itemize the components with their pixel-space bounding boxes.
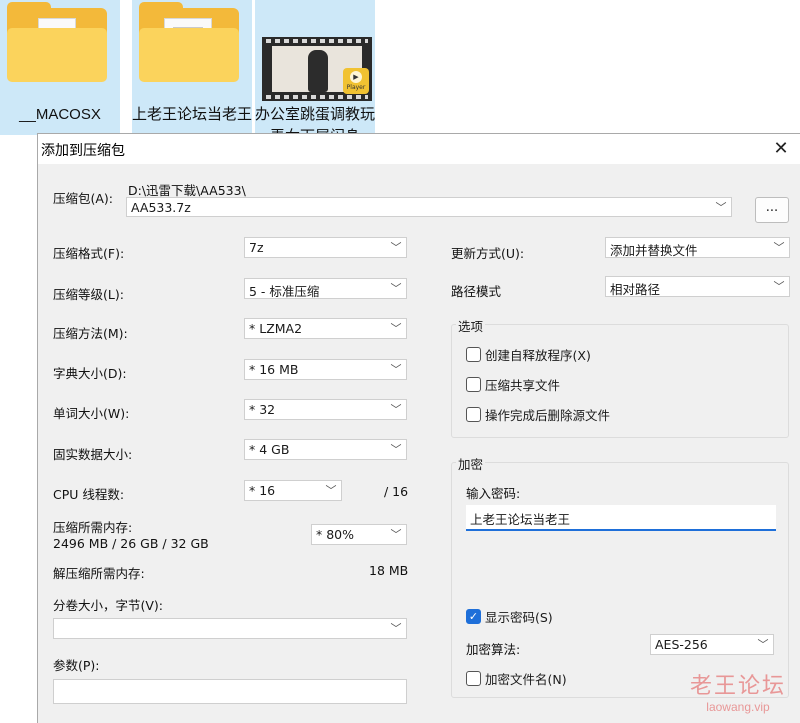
memory-label: 压缩所需内存: (53, 520, 133, 535)
show-password-checkbox[interactable]: ✓ 显示密码(S) (466, 607, 553, 626)
encryption-title: 加密 (456, 454, 486, 473)
update-mode-label: 更新方式(U): (451, 246, 525, 261)
file-name: 办公室跳蛋调教玩弄女下属闷身 (255, 106, 375, 135)
password-input[interactable]: 上老王论坛当老王 (466, 505, 776, 531)
threads-total: / 16 (384, 484, 409, 499)
solid-select[interactable]: * 4 GB ﹀ (244, 439, 407, 460)
chevron-down-icon[interactable]: ﹀ (389, 526, 403, 544)
archive-label: 压缩包(A): (53, 191, 114, 206)
file-item-folder[interactable]: 上老王论坛当老王 (132, 0, 252, 135)
player-icon: ▶ Player (343, 68, 369, 94)
chevron-down-icon[interactable]: ﹀ (389, 361, 403, 379)
method-label: 压缩方法(M): (53, 326, 128, 341)
solid-label: 固实数据大小: (53, 447, 133, 462)
memory-percent-select[interactable]: * 80% ﹀ (311, 524, 407, 545)
dialog-titlebar: 添加到压缩包 ✕ (38, 134, 800, 164)
level-select[interactable]: 5 - 标准压缩 ﹀ (244, 278, 407, 299)
options-title: 选项 (456, 316, 486, 335)
create-sfx-checkbox[interactable]: 创建自释放程序(X) (466, 345, 591, 364)
close-icon: ✕ (773, 138, 789, 159)
file-item-video[interactable]: ▶Player 办公室跳蛋调教玩弄女下属闷身 (255, 0, 375, 135)
params-label: 参数(P): (53, 658, 100, 673)
word-label: 单词大小(W): (53, 406, 130, 421)
file-explorer: __MACOSX 上老王论坛当老王 ▶Player 办公室跳蛋调教玩弄女下属闷身 (0, 0, 800, 135)
decompress-memory-label: 解压缩所需内存: (53, 566, 145, 581)
chevron-down-icon[interactable]: ﹀ (389, 401, 403, 419)
path-mode-select[interactable]: 相对路径 ﹀ (605, 276, 790, 297)
watermark-logo: 老王论坛 laowang.vip (689, 674, 786, 714)
format-label: 压缩格式(F): (53, 246, 125, 261)
chevron-down-icon[interactable]: ﹀ (389, 620, 403, 638)
file-name: 上老王论坛当老王 (132, 106, 252, 123)
archive-name-combo[interactable]: AA533.7z ﹀ (126, 197, 732, 217)
update-mode-select[interactable]: 添加并替换文件 ﹀ (605, 237, 790, 258)
browse-button[interactable]: ... (755, 197, 789, 223)
dialog-title: 添加到压缩包 (41, 143, 125, 159)
params-input[interactable] (53, 679, 407, 704)
split-label: 分卷大小，字节(V): (53, 598, 164, 613)
checkmark-icon[interactable]: ✓ (466, 609, 481, 624)
format-select[interactable]: 7z ﹀ (244, 237, 407, 258)
close-button[interactable]: ✕ (768, 137, 794, 161)
chevron-down-icon[interactable]: ﹀ (324, 482, 338, 500)
method-select[interactable]: * LZMA2 ﹀ (244, 318, 407, 339)
compress-shared-checkbox[interactable]: 压缩共享文件 (466, 375, 560, 394)
dict-label: 字典大小(D): (53, 366, 127, 381)
decompress-memory-value: 18 MB (369, 563, 409, 578)
encrypt-filenames-checkbox[interactable]: 加密文件名(N) (466, 669, 567, 688)
add-to-archive-dialog: 添加到压缩包 ✕ 压缩包(A): D:\迅雷下载\AA533\ AA533.7z… (37, 133, 800, 723)
chevron-down-icon[interactable]: ﹀ (772, 239, 786, 257)
chevron-down-icon[interactable]: ﹀ (756, 636, 770, 654)
chevron-down-icon[interactable]: ﹀ (389, 280, 403, 298)
password-label: 输入密码: (466, 486, 521, 501)
level-label: 压缩等级(L): (53, 287, 124, 302)
delete-after-checkbox[interactable]: 操作完成后删除源文件 (466, 405, 610, 424)
encryption-method-select[interactable]: AES-256 ﹀ (650, 634, 774, 655)
chevron-down-icon[interactable]: ﹀ (389, 239, 403, 257)
options-group: 选项 创建自释放程序(X) 压缩共享文件 操作完成后删除源文件 (451, 316, 789, 438)
archive-name-value: AA533.7z (131, 200, 191, 215)
path-mode-label: 路径模式 (451, 284, 502, 299)
threads-select[interactable]: * 16 ﹀ (244, 480, 342, 501)
file-name: __MACOSX (19, 106, 101, 123)
memory-value: 2496 MB / 26 GB / 32 GB (53, 536, 209, 551)
threads-label: CPU 线程数: (53, 487, 125, 502)
chevron-down-icon[interactable]: ﹀ (389, 441, 403, 459)
chevron-down-icon[interactable]: ﹀ (772, 278, 786, 296)
chevron-down-icon[interactable]: ﹀ (389, 320, 403, 338)
file-item-macosx[interactable]: __MACOSX (0, 0, 120, 135)
dict-select[interactable]: * 16 MB ﹀ (244, 359, 407, 380)
split-size-combo[interactable]: ﹀ (53, 618, 407, 639)
chevron-down-icon[interactable]: ﹀ (714, 199, 728, 217)
word-select[interactable]: * 32 ﹀ (244, 399, 407, 420)
encryption-method-label: 加密算法: (466, 642, 521, 657)
